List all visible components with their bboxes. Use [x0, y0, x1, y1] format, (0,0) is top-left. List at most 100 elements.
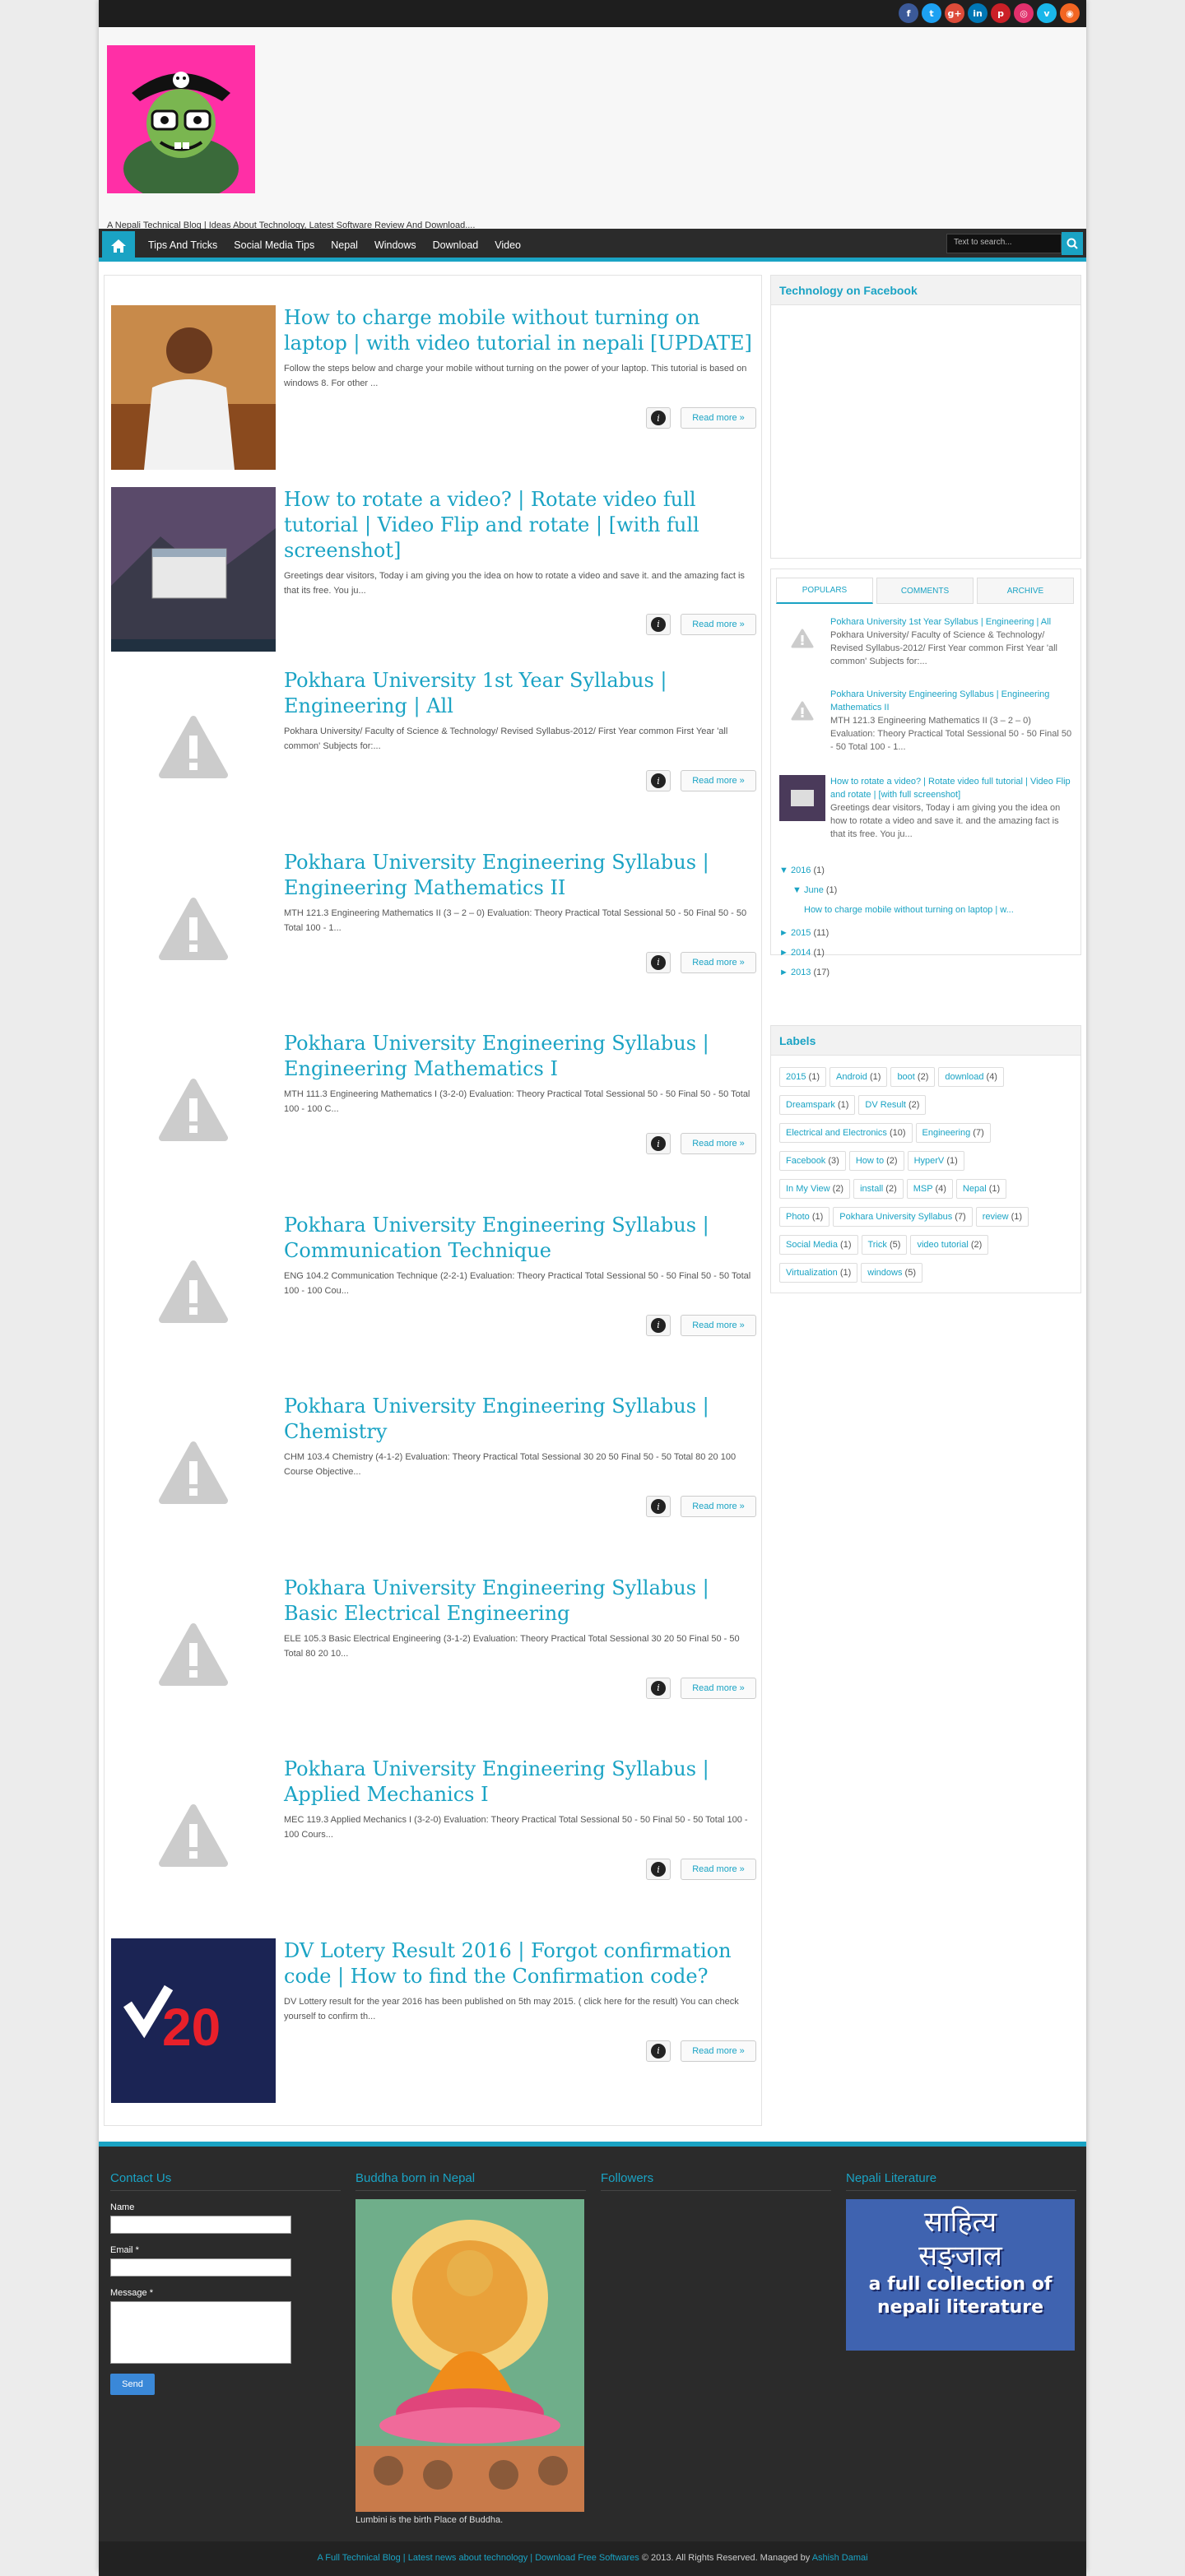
read-more-button[interactable]: Read more » [681, 1859, 756, 1880]
read-more-button[interactable]: Read more » [681, 770, 756, 791]
label-tag[interactable]: Virtualization (1) [779, 1263, 858, 1283]
instagram-icon[interactable]: ◎ [1014, 3, 1034, 23]
info-icon[interactable]: i [646, 1133, 671, 1154]
post-thumbnail[interactable] [111, 305, 276, 470]
label-tag[interactable]: review (1) [975, 1207, 1029, 1227]
google-plus-icon[interactable]: g+ [945, 3, 964, 23]
post-thumbnail[interactable] [779, 688, 825, 734]
popular-post-title[interactable]: Pokhara University Engineering Syllabus … [830, 689, 1049, 712]
post-title[interactable]: Pokhara University Engineering Syllabus … [284, 1031, 756, 1082]
email-field[interactable] [110, 2258, 291, 2277]
post-title[interactable]: Pokhara University Engineering Syllabus … [284, 1576, 756, 1627]
post-thumbnail[interactable] [111, 486, 276, 652]
info-icon[interactable]: i [646, 1677, 671, 1699]
label-tag[interactable]: Facebook (3) [779, 1151, 846, 1171]
pinterest-icon[interactable]: p [991, 3, 1011, 23]
label-tag[interactable]: download (4) [938, 1067, 1004, 1087]
label-tag[interactable]: Pokhara University Syllabus (7) [833, 1207, 973, 1227]
nav-item-nepal[interactable]: Nepal [323, 239, 366, 251]
archive-post-link[interactable]: How to charge mobile without turning on … [804, 905, 1014, 915]
label-tag[interactable]: Android (1) [830, 1067, 888, 1087]
info-icon[interactable]: i [646, 951, 671, 973]
label-tag[interactable]: Engineering (7) [915, 1123, 991, 1143]
read-more-button[interactable]: Read more » [681, 1314, 756, 1336]
post-thumbnail[interactable]: 20 [111, 1938, 276, 2103]
read-more-button[interactable]: Read more » [681, 951, 756, 973]
label-tag[interactable]: Photo (1) [779, 1207, 830, 1227]
label-tag[interactable]: boot (2) [890, 1067, 936, 1087]
author-link[interactable]: Ashish Damai [812, 2553, 868, 2563]
info-icon[interactable]: i [646, 2040, 671, 2062]
literature-banner[interactable]: साहित्य सङ्जाल a full collection of nepa… [846, 2199, 1075, 2351]
post-title[interactable]: Pokhara University Engineering Syllabus … [284, 1394, 756, 1445]
post-thumbnail[interactable] [111, 1031, 276, 1195]
post-title[interactable]: DV Lotery Result 2016 | Forgot confirmat… [284, 1938, 756, 1989]
post-thumbnail[interactable] [779, 615, 825, 661]
post-thumbnail[interactable] [779, 775, 825, 821]
post-title[interactable]: How to charge mobile without turning on … [284, 305, 756, 356]
message-field[interactable] [110, 2301, 291, 2364]
read-more-button[interactable]: Read more » [681, 1133, 756, 1154]
twitter-icon[interactable]: t [922, 3, 941, 23]
post-thumbnail[interactable] [111, 1212, 276, 1377]
archive-june[interactable]: ▼ June (1) [792, 885, 837, 895]
name-field[interactable] [110, 2216, 291, 2234]
home-icon[interactable] [102, 231, 135, 261]
info-icon[interactable]: i [646, 770, 671, 791]
label-tag[interactable]: Nepal (1) [955, 1179, 1007, 1199]
post-thumbnail[interactable] [111, 849, 276, 1014]
label-tag[interactable]: windows (5) [861, 1263, 922, 1283]
label-tag[interactable]: DV Result (2) [858, 1095, 927, 1115]
post-thumbnail[interactable] [111, 668, 276, 833]
tab-archive[interactable]: ARCHIVE [977, 578, 1074, 604]
nav-item-download[interactable]: Download [425, 239, 487, 251]
post-title[interactable]: Pokhara University Engineering Syllabus … [284, 1757, 756, 1808]
read-more-button[interactable]: Read more » [681, 2040, 756, 2062]
post-thumbnail[interactable] [111, 1394, 276, 1558]
read-more-button[interactable]: Read more » [681, 1677, 756, 1699]
label-tag[interactable]: video tutorial (2) [910, 1235, 989, 1255]
copyright-link[interactable]: A Full Technical Blog | Latest news abou… [317, 2553, 639, 2563]
post-thumbnail[interactable] [111, 1575, 276, 1740]
info-icon[interactable]: i [646, 1859, 671, 1880]
nav-item-windows[interactable]: Windows [366, 239, 425, 251]
vimeo-icon[interactable]: v [1037, 3, 1057, 23]
archive-2015[interactable]: ► 2015 (11) [779, 928, 829, 938]
read-more-button[interactable]: Read more » [681, 613, 756, 635]
label-tag[interactable]: How to (2) [848, 1151, 904, 1171]
label-tag[interactable]: 2015 (1) [779, 1067, 826, 1087]
info-icon[interactable]: i [646, 1314, 671, 1336]
label-tag[interactable]: HyperV (1) [907, 1151, 964, 1171]
label-tag[interactable]: Trick (5) [861, 1235, 908, 1255]
label-tag[interactable]: MSP (4) [906, 1179, 953, 1199]
label-tag[interactable]: Social Media (1) [779, 1235, 858, 1255]
search-icon[interactable] [1062, 232, 1083, 255]
site-logo[interactable] [107, 45, 255, 193]
send-button[interactable]: Send [110, 2374, 155, 2395]
post-title[interactable]: Pokhara University Engineering Syllabus … [284, 1213, 756, 1264]
archive-2013[interactable]: ► 2013 (17) [779, 968, 830, 977]
tab-comments[interactable]: COMMENTS [876, 578, 974, 604]
archive-2014[interactable]: ► 2014 (1) [779, 948, 825, 958]
post-thumbnail[interactable] [111, 1757, 276, 1921]
popular-post-title[interactable]: How to rotate a video? | Rotate video fu… [830, 777, 1071, 800]
label-tag[interactable]: In My View (2) [779, 1179, 851, 1199]
read-more-button[interactable]: Read more » [681, 407, 756, 429]
archive-2016[interactable]: ▼ 2016 (1) [779, 866, 825, 875]
nav-item-social-media-tips[interactable]: Social Media Tips [225, 239, 323, 251]
info-icon[interactable]: i [646, 1496, 671, 1517]
info-icon[interactable]: i [646, 407, 671, 429]
tab-populars[interactable]: POPULARS [776, 578, 873, 604]
facebook-icon[interactable]: f [899, 3, 918, 23]
post-title[interactable]: Pokhara University 1st Year Syllabus | E… [284, 668, 756, 719]
label-tag[interactable]: Dreamspark (1) [779, 1095, 856, 1115]
search-input[interactable]: Text to search... [946, 234, 1062, 253]
popular-post-title[interactable]: Pokhara University 1st Year Syllabus | E… [830, 617, 1051, 627]
linkedin-icon[interactable]: in [968, 3, 988, 23]
read-more-button[interactable]: Read more » [681, 1496, 756, 1517]
nav-item-video[interactable]: Video [486, 239, 529, 251]
nav-item-tips-and-tricks[interactable]: Tips And Tricks [140, 239, 225, 251]
rss-icon[interactable]: ◉ [1060, 3, 1080, 23]
post-title[interactable]: How to rotate a video? | Rotate video fu… [284, 487, 756, 564]
label-tag[interactable]: Electrical and Electronics (10) [779, 1123, 913, 1143]
